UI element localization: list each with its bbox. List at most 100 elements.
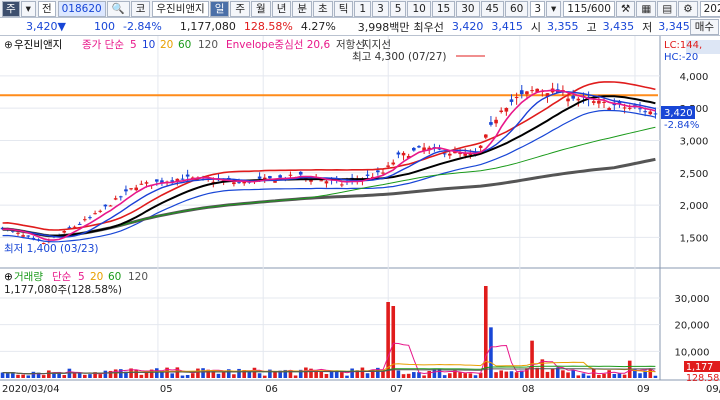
candle-body — [412, 147, 416, 151]
minute-45-button[interactable]: 45 — [480, 0, 504, 17]
candle-body — [509, 99, 514, 102]
volume-bar — [396, 370, 401, 378]
high-price: 3,435 — [602, 20, 635, 33]
candle-body — [483, 134, 488, 138]
volume-bar — [602, 373, 606, 378]
volume-bar — [175, 367, 180, 378]
volume-bar — [304, 367, 308, 378]
volume-bar — [340, 372, 344, 378]
volume-bar — [16, 374, 20, 378]
candle-body — [129, 188, 133, 190]
tool-icon[interactable]: ⚒ — [615, 0, 636, 17]
candle-body — [340, 184, 344, 186]
volume-bar — [561, 370, 565, 378]
volume-bar — [463, 373, 468, 378]
candle-body — [576, 98, 581, 101]
minute-10-button[interactable]: 10 — [407, 0, 431, 17]
candle-body — [124, 189, 128, 192]
candle-body — [16, 232, 20, 234]
volume-bar — [638, 373, 642, 378]
candle-body — [571, 95, 575, 99]
period-year-button[interactable]: 년 — [271, 0, 292, 17]
candle-body — [103, 204, 108, 207]
x-tick-label: 08 — [522, 384, 535, 395]
search-icon[interactable]: 🔍 — [106, 0, 130, 17]
period-day-button[interactable]: 일 — [209, 0, 230, 17]
volume-bar — [196, 368, 200, 378]
candle-body — [154, 179, 159, 182]
candle-body — [494, 119, 498, 124]
last-pct-text: -2.84% — [664, 120, 699, 131]
candle-body — [648, 111, 653, 115]
volume-bar — [509, 371, 514, 378]
candle-body — [627, 107, 632, 109]
open-price: 3,355 — [547, 20, 579, 33]
volume-bar — [473, 375, 478, 378]
period-week-button[interactable]: 주 — [230, 0, 251, 17]
legend-ma-10: 10 — [142, 39, 155, 51]
volume-bar — [586, 375, 591, 378]
minute-60-button[interactable]: 60 — [504, 0, 529, 17]
minute-30-button[interactable]: 30 — [456, 0, 480, 17]
volume-bar — [381, 370, 385, 378]
volume-bar — [83, 374, 87, 378]
candle-body — [381, 172, 385, 174]
candle-body — [77, 223, 82, 225]
volume-bar — [489, 327, 493, 378]
candle-body — [365, 174, 370, 176]
volume-value-text: 1,177,080주(128.58%) — [4, 284, 122, 296]
volume-bar — [319, 371, 324, 378]
volume-bar — [72, 373, 77, 378]
gear-icon[interactable]: ⚙ — [678, 0, 698, 17]
candle-body — [237, 182, 241, 184]
minute-5-button[interactable]: 5 — [389, 0, 407, 17]
candle-body — [525, 91, 529, 95]
chevron-down-icon[interactable]: ▾ — [546, 0, 562, 17]
candle-body — [376, 170, 380, 173]
volume-tick-label: 20,000 — [675, 321, 710, 332]
volume-bar — [216, 373, 221, 378]
volume-bar — [514, 372, 519, 378]
candle-body — [489, 122, 493, 125]
minute-3-button[interactable]: 3 — [372, 0, 389, 17]
volume-bar — [648, 369, 653, 378]
period-tick-button[interactable]: 틱 — [333, 0, 354, 17]
minute-15-button[interactable]: 15 — [431, 0, 456, 17]
price-chart: 1,5002,0002,5003,0003,5004,00010,00020,0… — [0, 36, 720, 395]
candle-body — [386, 165, 390, 167]
minute-1-button[interactable]: 1 — [354, 0, 372, 17]
volume-bar — [422, 375, 426, 378]
volume-bar — [427, 371, 432, 378]
last-volume-text: 1,177 — [686, 362, 713, 373]
volume-tick-label: 30,000 — [675, 294, 710, 305]
candle-body — [119, 196, 123, 198]
market-filter[interactable]: 전 — [37, 0, 56, 17]
current-price: 3,420 — [26, 20, 58, 33]
chart-icon[interactable]: ▤ — [657, 0, 678, 17]
period-month-button[interactable]: 월 — [251, 0, 271, 17]
date-field[interactable]: 2020/09/04 — [699, 0, 720, 17]
market-dropdown-icon[interactable]: ▾ — [20, 0, 36, 17]
volume-ma-20: 20 — [90, 271, 103, 283]
stock-code-input[interactable]: 018620 — [57, 0, 106, 17]
volume-bar — [11, 372, 15, 378]
volume-tick-label: 10,000 — [675, 347, 710, 358]
volume-bar — [170, 373, 175, 378]
grid-icon[interactable]: ▦ — [636, 0, 657, 17]
volume-legend-ma-label: 단순 — [52, 271, 72, 283]
market-select[interactable]: 주 — [2, 0, 20, 17]
volume-bar — [365, 373, 370, 378]
change-direction: ▼ — [57, 20, 66, 33]
price-tick-label: 2,000 — [680, 201, 709, 212]
volume-bar — [26, 375, 31, 378]
period-minute-button[interactable]: 분 — [292, 0, 313, 17]
candle-body — [566, 98, 570, 102]
volume-bar — [566, 372, 570, 378]
candle-body — [185, 174, 190, 177]
order-button[interactable]: 매수 — [689, 18, 720, 35]
candle-body — [21, 235, 25, 237]
minute-dropdown[interactable]: 3 — [530, 0, 546, 17]
volume-bar — [103, 370, 108, 378]
open-label: 시 — [530, 20, 542, 34]
period-second-button[interactable]: 초 — [313, 0, 333, 17]
